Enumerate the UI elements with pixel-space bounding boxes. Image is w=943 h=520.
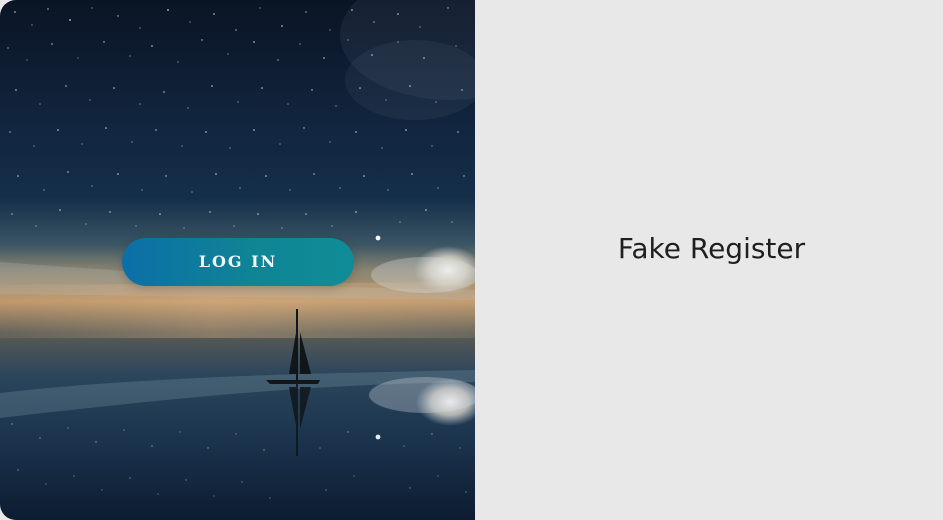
log-in-button[interactable]: LOG IN [122, 238, 354, 286]
register-panel: Fake Register [475, 0, 943, 520]
login-register-screen: LOG IN Fake Register [0, 0, 943, 520]
night-sea-sailboat-image: LOG IN [0, 0, 475, 520]
fake-register-link[interactable]: Fake Register [475, 232, 943, 265]
